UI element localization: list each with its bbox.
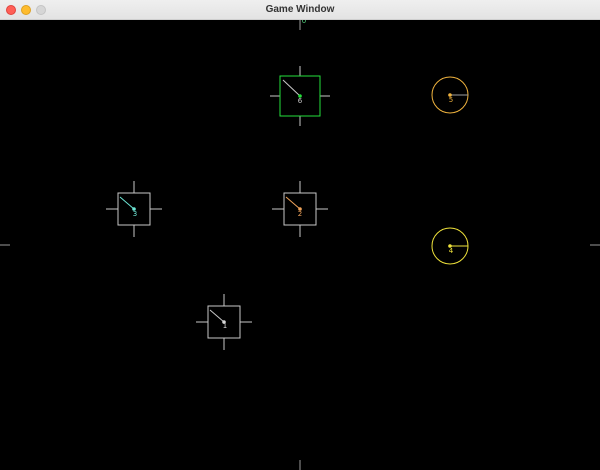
title-bar: Game Window xyxy=(0,0,600,20)
window-title: Game Window xyxy=(265,4,335,15)
top-marker-label: 0 xyxy=(302,20,306,25)
game-window: Game Window 0 1 2 3 4 5 6 xyxy=(0,0,600,470)
entity-label: 5 xyxy=(449,96,453,104)
entity-label: 4 xyxy=(449,247,454,255)
entity-label: 3 xyxy=(133,210,137,218)
entity-label: 6 xyxy=(298,97,303,105)
game-scene: 0 1 2 3 4 5 6 xyxy=(0,20,600,470)
scene-background xyxy=(0,20,600,470)
entity-label: 2 xyxy=(298,210,302,218)
game-viewport[interactable]: 0 1 2 3 4 5 6 xyxy=(0,20,600,470)
entity-label: 1 xyxy=(223,322,227,330)
